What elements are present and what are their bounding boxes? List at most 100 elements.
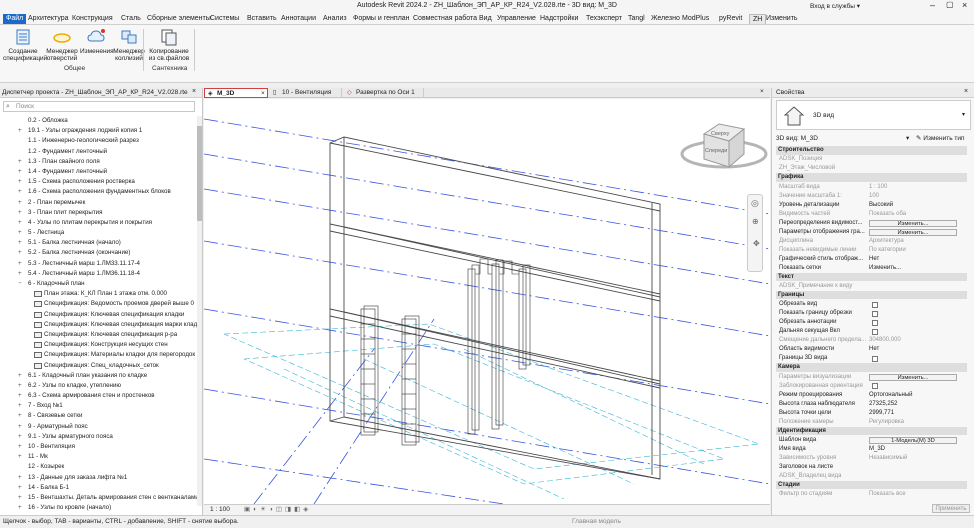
property-value[interactable]: Высокий [869, 201, 893, 210]
tab-12[interactable]: Управление [497, 14, 536, 24]
property-value[interactable]: Ортогональный [869, 391, 913, 400]
user-sign-in[interactable]: Вход в службы ▾ [810, 2, 860, 10]
property-value[interactable]: M_3D [869, 445, 885, 454]
copy-from-linked-button[interactable]: Копирование из св.файлов [148, 28, 190, 62]
tree-item[interactable]: Спецификация: Ключевая спецификация клад… [0, 310, 197, 320]
pan-icon[interactable]: ✥ [753, 239, 760, 248]
tree-item[interactable]: 1.2 - Фундамент ленточный [0, 147, 197, 157]
tree-item[interactable]: +11 - Мк [0, 452, 197, 462]
expand-icon[interactable]: + [18, 381, 26, 391]
expand-icon[interactable]: + [18, 218, 26, 228]
create-schedules-button[interactable]: Создание спецификаций [3, 28, 47, 62]
property-value[interactable]: Показать оба [869, 210, 906, 219]
property-value[interactable]: 100 [869, 192, 879, 201]
expand-icon[interactable]: + [18, 269, 26, 279]
tab-4[interactable]: Сборные элементы [147, 14, 211, 24]
expand-icon[interactable]: + [18, 503, 26, 513]
tree-item[interactable]: Спецификация: Ключевая спецификация р-ра [0, 330, 197, 340]
tree-item[interactable]: +5.1 - Балка лестничная (начало) [0, 238, 197, 248]
tab-7[interactable]: Аннотации [281, 14, 316, 24]
3d-view-canvas[interactable]: Сверху Спереди ◎ ⊕ ✥ [204, 99, 770, 504]
checkbox[interactable] [872, 328, 878, 335]
openings-manager-button[interactable]: Менеджер отверстий [45, 28, 79, 62]
tree-item[interactable]: +3 - План плит перекрытия [0, 208, 197, 218]
checkbox[interactable] [872, 310, 878, 317]
property-value[interactable]: Изменить... [869, 264, 901, 273]
view-cube[interactable]: Сверху Спереди [680, 123, 768, 169]
expand-icon[interactable]: + [18, 198, 26, 208]
maximize-button[interactable]: ▢ [946, 0, 954, 9]
tab-ventilation[interactable]: ▯ 10 - Вентиляция [270, 88, 342, 98]
expand-icon[interactable]: + [18, 391, 26, 401]
property-section[interactable]: Строительство [776, 146, 967, 155]
checkbox[interactable] [872, 319, 878, 326]
navigation-bar[interactable]: ◎ ⊕ ✥ [747, 194, 763, 272]
browser-search-input[interactable]: ⌕ Поиск [3, 101, 195, 112]
tree-item[interactable]: 12 - Козырек [0, 462, 197, 472]
expand-icon[interactable]: + [18, 483, 26, 493]
tree-item[interactable]: +14 - Балка Б-1 [0, 483, 197, 493]
tree-item[interactable]: +15 - Вентшахты. Деталь армирования стен… [0, 493, 197, 503]
edit-button[interactable]: Изменить... [869, 219, 957, 227]
expand-icon[interactable]: − [18, 279, 26, 289]
property-value[interactable]: Независимый [869, 454, 907, 463]
expand-icon[interactable]: + [18, 126, 26, 136]
edit-button[interactable]: 1-Модель(М) 3D [869, 436, 957, 444]
scrollbar-thumb[interactable] [197, 126, 202, 221]
tree-item[interactable]: Спецификация: Ведомость проемов дверей в… [0, 299, 197, 309]
tab-14[interactable]: Техэксперт [586, 14, 622, 24]
expand-icon[interactable]: + [18, 473, 26, 483]
tab-5[interactable]: Системы [210, 14, 239, 24]
property-value[interactable]: Показать все [869, 490, 906, 499]
checkbox[interactable] [872, 301, 878, 308]
chevron-down-icon[interactable]: ▾ [906, 134, 909, 144]
active-model[interactable]: Главная модель [572, 516, 621, 528]
minimize-button[interactable]: – [930, 0, 935, 10]
property-value[interactable]: По категории [869, 246, 906, 255]
type-selector[interactable]: 3D вид ▾ [776, 100, 971, 130]
tree-item[interactable]: +9 - Арматурный пояс [0, 422, 197, 432]
property-value[interactable]: Регулировка [869, 418, 904, 427]
expand-icon[interactable]: + [18, 401, 26, 411]
tab-20[interactable]: Изменить [766, 14, 798, 24]
close-button[interactable]: × [962, 0, 967, 10]
tab-0[interactable]: Файл [3, 14, 27, 24]
tab-11[interactable]: Вид [479, 14, 492, 24]
tree-item[interactable]: +5.4 - Лестничный марш 1.ЛМ36.11.18-4 [0, 269, 197, 279]
close-icon[interactable]: × [192, 88, 196, 95]
tree-item[interactable]: Спецификация: Материалы кладки для перег… [0, 350, 197, 360]
close-icon[interactable]: × [760, 88, 764, 95]
tree-item[interactable]: План этажа: К_КЛ План 1 этажа отм. 0.000 [0, 289, 197, 299]
chevron-down-icon[interactable]: ▾ [962, 111, 965, 118]
tree-item[interactable]: Спецификация: Конструкция несущих стен [0, 340, 197, 350]
tab-18[interactable]: pyRevit [719, 14, 742, 24]
property-value[interactable]: 2999,771 [869, 409, 894, 418]
property-section[interactable]: Границы [776, 290, 967, 300]
expand-icon[interactable]: + [18, 177, 26, 187]
tree-item[interactable]: +5 - Лестница [0, 228, 197, 238]
tree-item[interactable]: +1.5 - Схема расположения ростверка [0, 177, 197, 187]
tab-m3d[interactable]: ◈ M_3D × [204, 88, 268, 98]
checkbox[interactable] [872, 355, 878, 362]
checkbox[interactable] [872, 383, 878, 389]
edit-button[interactable]: Изменить... [869, 228, 957, 236]
tree-item[interactable]: +7 - Вход №1 [0, 401, 197, 411]
property-value[interactable]: 304800,000 [869, 336, 901, 345]
tree-item[interactable]: +5.2 - Балка лестничная (окончание) [0, 248, 197, 258]
tree-item[interactable]: +6.1 - Кладочный план указания по кладке [0, 371, 197, 381]
tab-8[interactable]: Анализ [323, 14, 347, 24]
property-value[interactable]: Нет [869, 255, 879, 264]
tree-item[interactable]: 0.2 - Обложка [0, 116, 197, 126]
steering-wheel-icon[interactable]: ◎ [751, 198, 759, 209]
changes-button[interactable]: Изменения [80, 28, 114, 55]
zoom-icon[interactable]: ⊕ [752, 217, 759, 226]
expand-icon[interactable]: + [18, 452, 26, 462]
expand-icon[interactable]: + [18, 371, 26, 381]
close-icon[interactable]: × [964, 88, 968, 95]
property-section[interactable]: Стадии [776, 480, 967, 490]
instance-selector[interactable]: 3D вид: M_3D ▾ ✎ Изменить тип [776, 134, 971, 144]
property-value[interactable]: 27325,252 [869, 400, 897, 409]
tree-item[interactable]: +4 - Узлы по плитам перекрытия и покрыти… [0, 218, 197, 228]
expand-icon[interactable]: + [18, 187, 26, 197]
tree-item[interactable]: +1.4 - Фундамент ленточный [0, 167, 197, 177]
